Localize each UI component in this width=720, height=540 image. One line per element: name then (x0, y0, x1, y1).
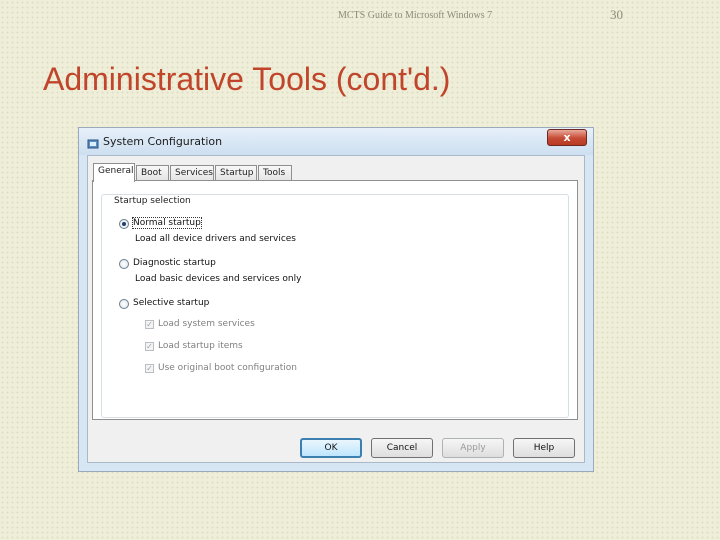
normal-startup-description: Load all device drivers and services (135, 234, 296, 244)
ok-button[interactable]: OK (300, 438, 362, 458)
diagnostic-startup-radio[interactable] (119, 259, 129, 269)
normal-startup-label[interactable]: Normal startup (132, 217, 202, 229)
window-title: System Configuration (103, 135, 223, 148)
apply-button[interactable]: Apply (442, 438, 504, 458)
close-button[interactable]: x (547, 129, 587, 146)
general-tab-panel: Startup selection Normal startup Load al… (92, 180, 578, 420)
dialog-client-area: General Boot Services Startup Tools Star… (87, 155, 585, 463)
selective-startup-radio[interactable] (119, 299, 129, 309)
diagnostic-startup-label[interactable]: Diagnostic startup (133, 258, 216, 268)
tab-tools[interactable]: Tools (258, 165, 292, 181)
slide-header-text: MCTS Guide to Microsoft Windows 7 (338, 10, 493, 21)
load-startup-items-label: Load startup items (158, 341, 243, 351)
tab-startup[interactable]: Startup (215, 165, 257, 181)
system-config-icon (87, 135, 99, 149)
slide-title: Administrative Tools (cont'd.) (43, 61, 451, 97)
system-configuration-window: System Configuration x General Boot Serv… (78, 127, 594, 472)
tab-general[interactable]: General (93, 163, 135, 182)
window-titlebar[interactable]: System Configuration x (79, 128, 593, 155)
load-system-services-label: Load system services (158, 319, 255, 329)
diagnostic-startup-description: Load basic devices and services only (135, 274, 302, 284)
startup-selection-label: Startup selection (112, 196, 193, 206)
load-system-services-checkbox[interactable]: ✓ (145, 320, 154, 329)
use-original-boot-config-label: Use original boot configuration (158, 363, 297, 373)
page-number: 30 (610, 7, 623, 22)
normal-startup-radio[interactable] (119, 219, 129, 229)
help-button[interactable]: Help (513, 438, 575, 458)
load-startup-items-checkbox[interactable]: ✓ (145, 342, 154, 351)
tab-services[interactable]: Services (170, 165, 214, 181)
cancel-button[interactable]: Cancel (371, 438, 433, 458)
tab-boot[interactable]: Boot (136, 165, 169, 181)
close-icon: x (563, 131, 571, 144)
slide-header: MCTS Guide to Microsoft Windows 7 30 (0, 7, 720, 26)
selective-startup-label[interactable]: Selective startup (133, 298, 209, 308)
use-original-boot-config-checkbox[interactable]: ✓ (145, 364, 154, 373)
